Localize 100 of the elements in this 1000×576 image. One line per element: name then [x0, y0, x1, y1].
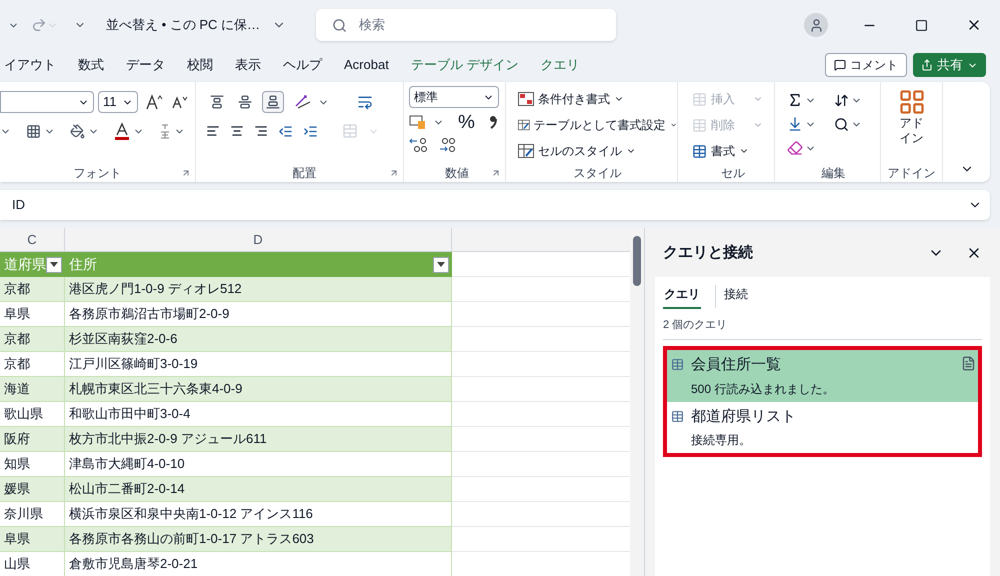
table-cell: 港区虎ノ門1-0-9 ディオレ512 [65, 277, 452, 302]
file-name[interactable]: 並べ替え • この PC に保… [106, 15, 260, 35]
comment-button[interactable]: コメント [825, 53, 907, 77]
search-field[interactable]: 検索 [316, 9, 616, 41]
table-cell: 京都 [0, 352, 65, 377]
orientation-icon[interactable] [294, 94, 312, 110]
dialog-launcher-icon[interactable] [491, 168, 501, 178]
triangle-down-icon [437, 262, 445, 267]
table-cell: 阜県 [0, 527, 65, 552]
eraser-icon[interactable] [787, 140, 803, 156]
font-size-field[interactable]: 11 [98, 91, 138, 113]
group-label: アドイン [888, 165, 936, 182]
group-label: 配置 [292, 165, 316, 182]
query-name: 会員住所一覧 [691, 355, 782, 375]
dialog-launcher-icon[interactable] [181, 168, 191, 178]
vertical-align-icon [266, 95, 280, 109]
ribbon-tab[interactable]: 校閲 [187, 55, 213, 75]
table-cell: 松山市二番町2-0-14 [65, 477, 452, 502]
table-cell: 津島市大縄町4-0-10 [65, 452, 452, 477]
borders-icon[interactable] [26, 124, 41, 138]
font-color-icon[interactable] [114, 122, 130, 140]
shrink-font-icon[interactable] [172, 95, 188, 109]
fill-color-icon[interactable] [70, 124, 85, 138]
vertical-align-icon [210, 95, 224, 109]
group-label: 編集 [822, 165, 846, 182]
formula-bar[interactable]: ID [0, 190, 990, 220]
search-icon[interactable] [834, 116, 849, 132]
table-cell: 京都 [0, 277, 65, 302]
group-label: 数値 [445, 165, 469, 182]
filter-dropdown-button[interactable] [46, 256, 62, 272]
query-count: 2 個のクエリ [663, 316, 982, 340]
ribbon-tab[interactable]: 数式 [78, 55, 104, 75]
scrollbar[interactable] [630, 228, 644, 576]
phonetic-guide-icon[interactable] [159, 123, 171, 139]
number-format-field[interactable]: 標準 [409, 86, 499, 108]
table-icon [692, 92, 707, 106]
align-left-icon[interactable] [206, 124, 220, 138]
column-header[interactable]: D [65, 228, 452, 251]
query-item[interactable]: 会員住所一覧 500 行読み込まれました。 [667, 350, 978, 402]
query-status: 接続専用。 [691, 432, 752, 449]
query-name: 都道府県リスト [691, 406, 797, 426]
formula-bar-text: ID [12, 196, 25, 214]
decrease-decimal-icon[interactable] [437, 137, 457, 153]
sort-filter-icon[interactable] [834, 92, 849, 108]
table-cell: 阪府 [0, 427, 65, 452]
table-cell: 知県 [0, 452, 65, 477]
ribbon-tab[interactable]: 表示 [235, 55, 261, 75]
table-cell: 奈川県 [0, 502, 65, 527]
table-style-icon [518, 118, 530, 132]
group-label: スタイル [574, 165, 622, 182]
wrap-text-icon[interactable] [357, 94, 373, 110]
align-right-icon[interactable] [254, 124, 268, 138]
table-cell: 各務原市鵜沼古市場町2-0-9 [65, 302, 452, 327]
style-button[interactable]: セルのスタイル [518, 138, 677, 164]
search-icon [332, 18, 348, 32]
pane-tab[interactable]: 接続 [715, 284, 749, 308]
table-cell: 京都 [0, 327, 65, 352]
table-cell: 杉並区南荻窪2-0-6 [65, 327, 452, 352]
addins-icon [898, 88, 926, 116]
triangle-down-icon [50, 262, 58, 267]
addins-button[interactable]: アドイン [898, 88, 926, 146]
decrease-indent-icon[interactable] [278, 124, 293, 138]
increase-indent-icon[interactable] [303, 124, 318, 138]
percent-style-button[interactable]: % [458, 112, 475, 132]
table-style-icon [518, 144, 534, 158]
vertical-align-button[interactable] [262, 91, 284, 113]
increase-decimal-icon[interactable] [409, 137, 429, 153]
ribbon-tab[interactable]: テーブル デザイン [410, 55, 518, 75]
ribbon-tab[interactable]: データ [126, 55, 165, 75]
style-button[interactable]: 条件付き書式 [518, 86, 677, 112]
accounting-format-icon[interactable] [409, 114, 427, 130]
table-header-cell: 住所 [65, 252, 452, 277]
comment-icon [834, 59, 846, 71]
ribbon-tab[interactable]: クエリ [540, 55, 580, 75]
table-icon [671, 358, 684, 371]
share-icon [921, 59, 933, 71]
style-button[interactable]: テーブルとして書式設定 [518, 112, 677, 138]
dialog-launcher-icon[interactable] [389, 168, 399, 178]
avatar-icon[interactable] [804, 13, 828, 37]
table-icon [692, 144, 707, 158]
table-cell: 媛県 [0, 477, 65, 502]
cells-button[interactable]: 書式 [692, 138, 774, 164]
column-header[interactable]: C [0, 228, 65, 251]
group-label: セル [721, 165, 745, 182]
ribbon-tab[interactable]: イアウト [4, 55, 56, 75]
font-name-field[interactable] [0, 91, 94, 113]
comma-style-icon[interactable] [488, 115, 497, 129]
fill-icon[interactable] [787, 116, 803, 132]
pane-title: クエリと接続 [663, 243, 753, 263]
grow-font-icon[interactable] [146, 94, 164, 110]
conditional-format-icon [518, 92, 534, 106]
share-button[interactable]: 共有 [913, 53, 986, 77]
query-status: 500 行読み込まれました。 [691, 380, 836, 398]
maximize-icon[interactable] [915, 18, 928, 32]
ribbon-tab[interactable]: ヘルプ [283, 55, 322, 75]
align-center-icon[interactable] [230, 124, 244, 138]
ribbon-tab[interactable]: Acrobat [344, 55, 389, 75]
group-label: フォント [74, 165, 122, 182]
filter-dropdown-button[interactable] [433, 256, 449, 272]
pane-tab[interactable]: クエリ [663, 284, 701, 308]
